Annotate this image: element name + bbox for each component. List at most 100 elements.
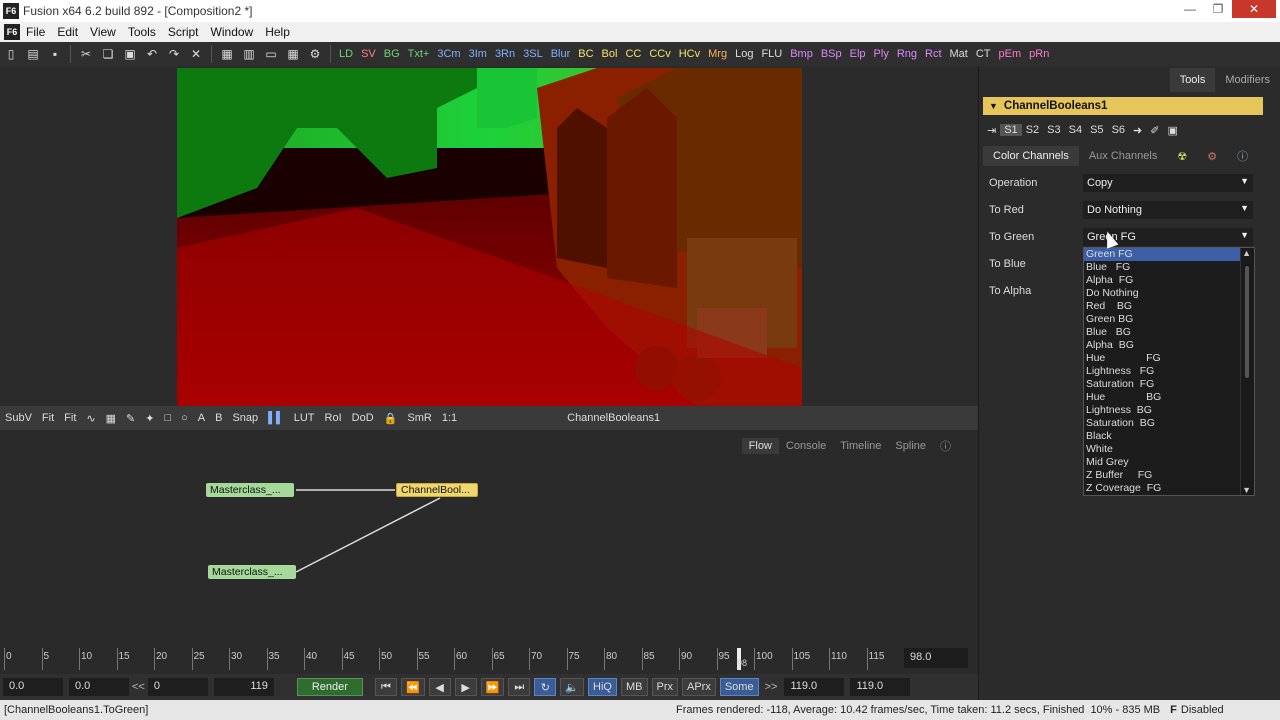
audio-icon[interactable]: 🔈 bbox=[560, 678, 585, 696]
copy-icon[interactable]: ❏ bbox=[99, 45, 117, 63]
render-range-end[interactable]: 119 bbox=[213, 678, 274, 696]
goto-end-icon[interactable]: ⏭ bbox=[508, 678, 531, 696]
picker-icon[interactable]: ✐ bbox=[1146, 124, 1163, 137]
fit-button[interactable]: Fit bbox=[37, 412, 59, 424]
loop-icon[interactable]: ↻ bbox=[534, 678, 557, 696]
tool-button-ply[interactable]: Ply bbox=[870, 48, 893, 60]
smr-button[interactable]: SmR bbox=[402, 412, 436, 424]
aprx-button[interactable]: APrx bbox=[682, 678, 716, 696]
tool-button-blur[interactable]: Blur bbox=[547, 48, 575, 60]
dod-button[interactable]: DoD bbox=[347, 412, 379, 424]
tool-button-bol[interactable]: Bol bbox=[598, 48, 622, 60]
slot-s1[interactable]: S1 bbox=[1000, 124, 1022, 136]
tool-button-ld[interactable]: LD bbox=[335, 48, 357, 60]
dropdown-option[interactable]: Lightness BG bbox=[1084, 404, 1254, 417]
to-green-dropdown-list[interactable]: Green FG Blue FG Alpha FG Do Nothing Red BG G… bbox=[1083, 247, 1255, 496]
menu-script[interactable]: Script bbox=[162, 25, 205, 39]
dropdown-option[interactable]: Green BG bbox=[1084, 313, 1254, 326]
buffer-b-button[interactable]: B bbox=[210, 412, 227, 424]
scroll-up-icon[interactable]: ▲ bbox=[1242, 248, 1251, 258]
operation-select[interactable]: Copy ▼ bbox=[1083, 174, 1253, 192]
scroll-down-icon[interactable]: ▼ bbox=[1242, 485, 1251, 495]
tool-button-ct[interactable]: CT bbox=[972, 48, 995, 60]
tool-button-log[interactable]: Log bbox=[731, 48, 757, 60]
scissors-icon[interactable]: ✕ bbox=[187, 45, 205, 63]
range-right-arrows[interactable]: >> bbox=[765, 681, 778, 693]
render-range-start[interactable]: 0 bbox=[147, 678, 208, 696]
tool-button-mrg[interactable]: Mrg bbox=[704, 48, 731, 60]
paste-icon[interactable]: ▣ bbox=[121, 45, 139, 63]
tool-header[interactable]: ▼ ChannelBooleans1 bbox=[983, 97, 1263, 115]
dropdown-option[interactable]: Alpha BG bbox=[1084, 339, 1254, 352]
slot-s6[interactable]: S6 bbox=[1108, 124, 1129, 136]
some-button[interactable]: Some bbox=[719, 678, 759, 696]
tool-button-flu[interactable]: FLU bbox=[757, 48, 786, 60]
cut-icon[interactable]: ✂ bbox=[77, 45, 95, 63]
buffer-a-button[interactable]: A bbox=[193, 412, 210, 424]
rewind-icon[interactable]: ⏪ bbox=[400, 678, 425, 696]
new-icon[interactable]: ▯ bbox=[2, 45, 20, 63]
flow-editor[interactable]: Flow Console Timeline Spline ⓘ Mastercla… bbox=[0, 430, 978, 640]
tool-button-mat[interactable]: Mat bbox=[946, 48, 972, 60]
layout-single-icon[interactable]: ▦ bbox=[218, 45, 236, 63]
dropdown-option[interactable]: Mid Grey bbox=[1084, 456, 1254, 469]
play-icon[interactable]: ▶ bbox=[454, 678, 477, 696]
current-time-display[interactable]: 98.0 bbox=[904, 648, 968, 668]
dropdown-option[interactable]: Black bbox=[1084, 430, 1254, 443]
save-settings-icon[interactable]: ▣ bbox=[1163, 124, 1181, 137]
menu-view[interactable]: View bbox=[84, 25, 122, 39]
save-icon[interactable]: ▪ bbox=[46, 45, 64, 63]
dropdown-option[interactable]: Red BG bbox=[1084, 300, 1254, 313]
grid-icon[interactable]: ▦ bbox=[101, 412, 121, 425]
script-icon[interactable]: ⚙ bbox=[306, 45, 324, 63]
tab-tools[interactable]: Tools bbox=[1169, 68, 1216, 92]
tool-button-sv[interactable]: SV bbox=[357, 48, 380, 60]
gear-icon[interactable]: ⚙ bbox=[1197, 146, 1227, 167]
hiq-button[interactable]: HiQ bbox=[588, 678, 617, 696]
play-reverse-icon[interactable]: ◀ bbox=[428, 678, 451, 696]
slot-s4[interactable]: S4 bbox=[1065, 124, 1086, 136]
tool-button-txt[interactable]: Txt+ bbox=[404, 48, 434, 60]
curve-icon[interactable]: ∿ bbox=[81, 412, 100, 425]
close-icon[interactable]: ✕ bbox=[1232, 0, 1276, 18]
arrow-icon[interactable]: ➜ bbox=[1129, 124, 1146, 137]
tool-button-bsp[interactable]: BSp bbox=[817, 48, 846, 60]
roi-button[interactable]: RoI bbox=[320, 412, 347, 424]
menu-help[interactable]: Help bbox=[259, 25, 296, 39]
menu-edit[interactable]: Edit bbox=[51, 25, 84, 39]
tab-aux-channels[interactable]: Aux Channels bbox=[1079, 146, 1168, 166]
to-red-select[interactable]: Do Nothing ▼ bbox=[1083, 201, 1253, 219]
loader-node-2[interactable]: Masterclass_... bbox=[208, 565, 296, 579]
channel-booleans-node[interactable]: ChannelBool... bbox=[396, 483, 478, 497]
layout-dual-icon[interactable]: ▥ bbox=[240, 45, 258, 63]
dropdown-scrollbar[interactable]: ▲ ▼ bbox=[1240, 248, 1254, 495]
redo-icon[interactable]: ↷ bbox=[165, 45, 183, 63]
dropdown-option[interactable]: Hue BG bbox=[1084, 391, 1254, 404]
tool-button-hcv[interactable]: HCv bbox=[675, 48, 704, 60]
layout-quad-icon[interactable]: ▦ bbox=[284, 45, 302, 63]
tool-button-3rn[interactable]: 3Rn bbox=[491, 48, 519, 60]
dropdown-option[interactable]: Saturation BG bbox=[1084, 417, 1254, 430]
dropdown-option[interactable]: White bbox=[1084, 443, 1254, 456]
tab-modifiers[interactable]: Modifiers bbox=[1215, 68, 1280, 92]
tool-button-cc[interactable]: CC bbox=[621, 48, 645, 60]
viewer[interactable] bbox=[0, 66, 978, 406]
render-button[interactable]: Render bbox=[296, 678, 363, 696]
circle-icon[interactable]: ○ bbox=[176, 412, 193, 424]
open-icon[interactable]: ▤ bbox=[24, 45, 42, 63]
minimize-icon[interactable]: — bbox=[1176, 0, 1204, 18]
dropdown-option[interactable]: Blue BG bbox=[1084, 326, 1254, 339]
tool-button-3im[interactable]: 3Im bbox=[465, 48, 491, 60]
tool-button-rct[interactable]: Rct bbox=[921, 48, 946, 60]
global-start-field[interactable]: 0.0 bbox=[69, 678, 129, 696]
tool-button-3sl[interactable]: 3SL bbox=[519, 48, 547, 60]
tool-button-bc[interactable]: BC bbox=[574, 48, 597, 60]
info-icon[interactable]: ⓘ bbox=[1227, 144, 1258, 168]
tab-color-channels[interactable]: Color Channels bbox=[983, 146, 1079, 166]
tool-button-pem[interactable]: pEm bbox=[995, 48, 1026, 60]
time-ruler[interactable]: 0 5 10 15 20 25 30 35 40 45 50 55 60 65 70 75 80 85 90 95 10… bbox=[0, 640, 978, 674]
slot-s3[interactable]: S3 bbox=[1043, 124, 1064, 136]
fit-button-2[interactable]: Fit bbox=[59, 412, 81, 424]
slot-s2[interactable]: S2 bbox=[1022, 124, 1043, 136]
tool-button-prn[interactable]: pRn bbox=[1025, 48, 1053, 60]
